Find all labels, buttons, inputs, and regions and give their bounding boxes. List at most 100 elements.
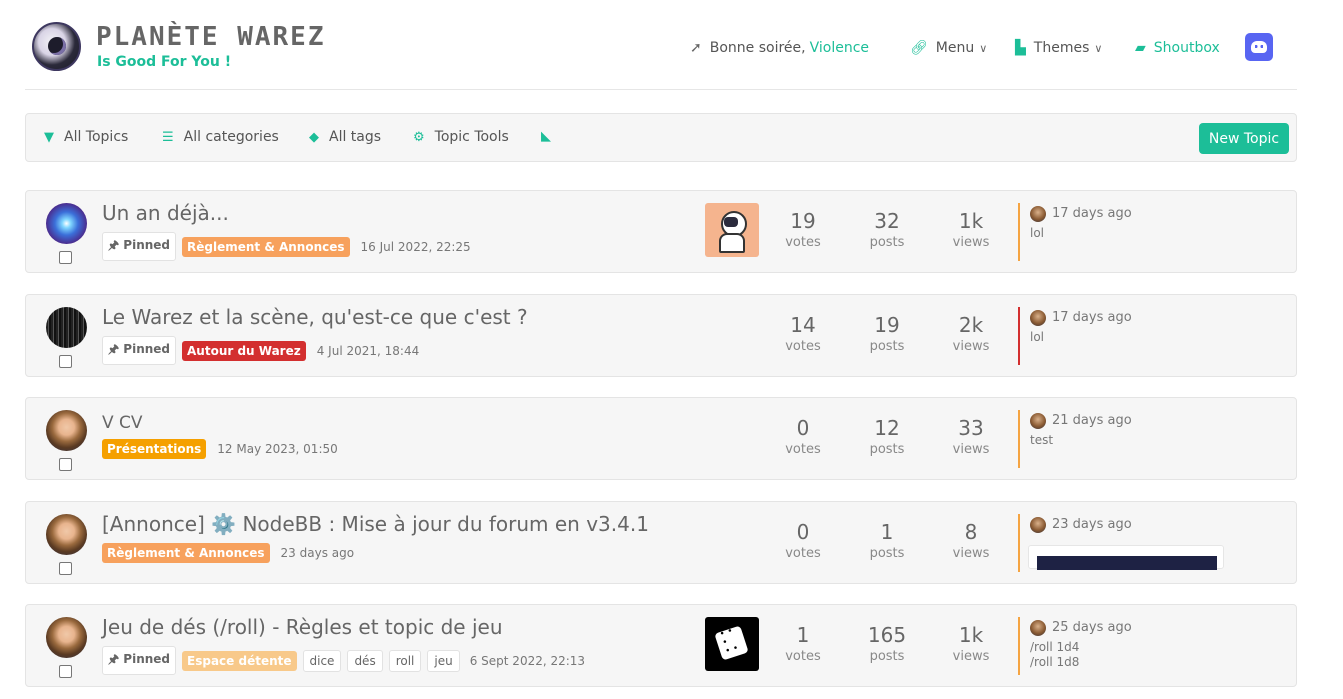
username-link[interactable]: Violence <box>810 40 869 56</box>
topic-date: 6 Sept 2022, 22:13 <box>469 653 586 668</box>
last-post-avatar[interactable] <box>1030 309 1046 326</box>
votes-label: votes <box>785 442 821 457</box>
views-label: views <box>952 649 990 664</box>
all-categories-filter[interactable]: ☰ All categories <box>162 129 279 145</box>
select-checkbox[interactable] <box>59 458 72 471</box>
topic-date: 4 Jul 2021, 18:44 <box>316 343 420 358</box>
votes-stat: 14 votes <box>773 313 833 354</box>
comments-icon: ▰ <box>1135 40 1146 56</box>
views-stat: 2k views <box>941 313 1001 354</box>
topic-tools-dropdown[interactable]: ⚙ Topic Tools <box>413 129 509 145</box>
topic-row[interactable]: Jeu de dés (/roll) - Règles et topic de … <box>25 604 1297 687</box>
votes-count: 0 <box>796 416 810 440</box>
pinned-badge: 🖈 Pinned <box>102 336 177 365</box>
rss-feed-link[interactable]: ◣ <box>541 129 551 144</box>
avatar[interactable] <box>46 307 87 348</box>
last-post[interactable]: 23 days ago <box>1018 514 1268 572</box>
last-post[interactable]: 25 days ago /roll 1d4/roll 1d8 <box>1018 617 1268 675</box>
posts-stat: 32 posts <box>857 209 917 250</box>
posts-count: 165 <box>867 623 907 647</box>
topic-title[interactable]: Le Warez et la scène, qu'est-ce que c'es… <box>102 305 528 329</box>
last-post-avatar[interactable] <box>1030 619 1046 636</box>
last-post-image-preview[interactable] <box>1028 545 1224 570</box>
views-label: views <box>952 339 990 354</box>
views-count: 33 <box>958 416 984 440</box>
posts-stat: 1 posts <box>857 520 917 561</box>
last-post-time[interactable]: 17 days ago <box>1052 206 1132 221</box>
topic-row[interactable]: [Annonce] ⚙️ NodeBB : Mise à jour du for… <box>25 501 1297 584</box>
tag-roll[interactable]: roll <box>388 649 422 672</box>
avatar[interactable] <box>46 617 87 658</box>
tag-des[interactable]: dés <box>347 649 383 672</box>
shoutbox-label: Shoutbox <box>1153 40 1220 56</box>
votes-count: 1 <box>796 623 810 647</box>
category-badge[interactable]: Règlement & Annonces <box>102 543 270 563</box>
topic-row[interactable]: Le Warez et la scène, qu'est-ce que c'es… <box>25 294 1297 377</box>
greeting: ➚ Bonne soirée, Violence <box>690 36 869 60</box>
posts-count: 32 <box>874 209 900 233</box>
category-badge[interactable]: Présentations <box>102 439 207 459</box>
last-post-time[interactable]: 23 days ago <box>1052 517 1132 532</box>
topic-date: 16 Jul 2022, 22:25 <box>360 239 471 254</box>
new-topic-button[interactable]: New Topic <box>1199 123 1289 154</box>
views-stat: 1k views <box>941 209 1001 250</box>
menu-dropdown[interactable]: 🔗︎ Menu ∨ <box>910 36 987 60</box>
category-badge[interactable]: Règlement & Annonces <box>182 236 350 257</box>
tag-jeu[interactable]: jeu <box>427 649 460 672</box>
last-post-avatar[interactable] <box>1030 205 1046 222</box>
last-post[interactable]: 17 days ago lol <box>1018 307 1268 365</box>
site-logo[interactable] <box>32 22 81 71</box>
rocket-icon: ➚ <box>690 40 702 56</box>
topic-title[interactable]: Jeu de dés (/roll) - Règles et topic de … <box>102 615 503 639</box>
last-post-time[interactable]: 21 days ago <box>1052 413 1132 428</box>
topic-toolbar: ▼ All Topics ☰ All categories ◆ All tags… <box>25 113 1297 162</box>
gear-icon: ⚙ <box>413 129 425 145</box>
all-topics-label: All Topics <box>64 129 129 145</box>
posts-count: 19 <box>874 313 900 337</box>
all-tags-filter[interactable]: ◆ All tags <box>309 129 381 145</box>
views-stat: 33 views <box>941 416 1001 457</box>
last-post[interactable]: 17 days ago lol <box>1018 203 1268 261</box>
topic-row[interactable]: V CV Présentations 12 May 2023, 01:50 0 v… <box>25 397 1297 480</box>
posts-count: 1 <box>880 520 894 544</box>
last-post[interactable]: 21 days ago test <box>1018 410 1268 468</box>
category-badge[interactable]: Espace détente <box>182 650 297 671</box>
discord-icon[interactable] <box>1245 33 1273 61</box>
avatar[interactable] <box>46 410 87 451</box>
topic-thumbnail[interactable] <box>705 617 759 671</box>
shoutbox-link[interactable]: ▰ Shoutbox <box>1135 36 1220 60</box>
tags-icon: ◆ <box>309 129 319 145</box>
select-checkbox[interactable] <box>59 355 72 368</box>
select-checkbox[interactable] <box>59 251 72 264</box>
select-checkbox[interactable] <box>59 562 72 575</box>
votes-label: votes <box>785 339 821 354</box>
topic-title[interactable]: Un an déjà... <box>102 201 229 225</box>
topic-title[interactable]: [Annonce] ⚙️ NodeBB : Mise à jour du for… <box>102 512 649 536</box>
views-label: views <box>952 235 990 250</box>
category-badge[interactable]: Autour du Warez <box>182 340 306 361</box>
last-post-text-line: /roll 1d4 <box>1030 640 1080 654</box>
topic-title[interactable]: V CV <box>102 413 143 433</box>
views-count: 1k <box>958 623 984 647</box>
topic-meta: 🖈 Pinned Espace détente dice dés roll je… <box>102 646 585 675</box>
swatch-icon: ▙ <box>1015 40 1026 56</box>
brand-title[interactable]: PLANÈTE WAREZ <box>96 22 326 52</box>
last-post-avatar[interactable] <box>1030 412 1046 429</box>
votes-label: votes <box>785 235 821 250</box>
all-topics-filter[interactable]: ▼ All Topics <box>44 129 128 145</box>
avatar[interactable] <box>46 203 87 244</box>
tag-dice[interactable]: dice <box>302 649 342 672</box>
last-post-time[interactable]: 25 days ago <box>1052 620 1132 635</box>
avatar[interactable] <box>46 514 87 555</box>
topic-meta: Présentations 12 May 2023, 01:50 <box>102 439 338 459</box>
topic-row[interactable]: Un an déjà... 🖈 Pinned Règlement & Annon… <box>25 190 1297 273</box>
last-post-avatar[interactable] <box>1030 516 1046 533</box>
topic-date: 12 May 2023, 01:50 <box>217 442 338 456</box>
posts-label: posts <box>869 442 905 457</box>
themes-dropdown[interactable]: ▙ Themes ∨ <box>1015 36 1102 60</box>
topic-thumbnail[interactable] <box>705 203 759 257</box>
last-post-time[interactable]: 17 days ago <box>1052 310 1132 325</box>
select-checkbox[interactable] <box>59 665 72 678</box>
views-count: 2k <box>958 313 984 337</box>
filter-icon: ▼ <box>44 129 54 145</box>
